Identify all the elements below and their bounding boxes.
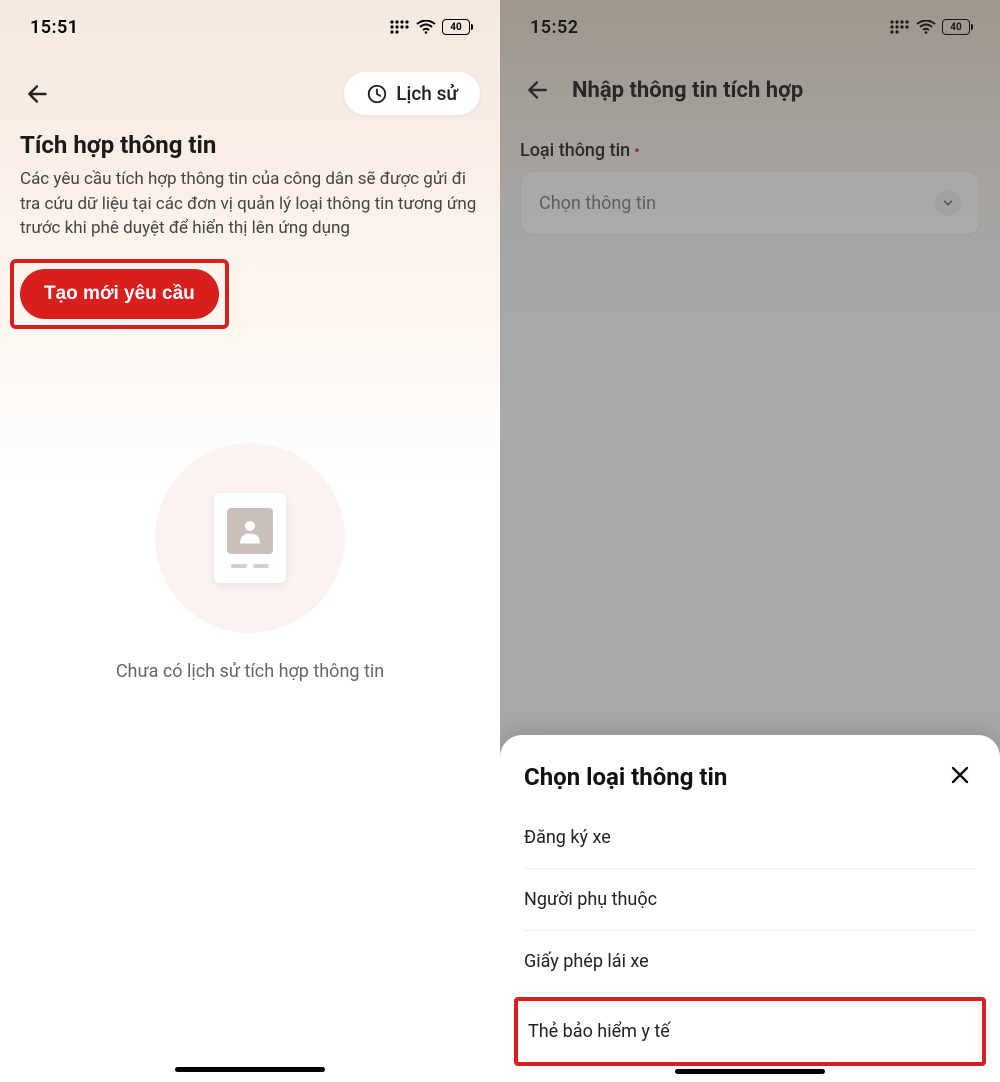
history-button[interactable]: Lịch sử <box>344 72 480 115</box>
option-dependents[interactable]: Người phụ thuộc <box>524 869 976 931</box>
highlight-health-insurance: Thẻ bảo hiểm y tế <box>514 997 986 1066</box>
signal-icon <box>390 20 410 34</box>
empty-state: Chưa có lịch sử tích hợp thông tin <box>0 443 500 682</box>
person-icon <box>227 508 273 554</box>
arrow-left-icon <box>25 81 51 107</box>
empty-illustration <box>155 443 345 633</box>
page-description: Các yêu cầu tích hợp thông tin của công … <box>0 167 500 255</box>
wifi-icon <box>416 20 436 34</box>
history-icon <box>366 83 388 105</box>
option-drivers-license[interactable]: Giấy phép lái xe <box>524 931 976 993</box>
highlight-create-button: Tạo mới yêu cầu <box>10 259 229 329</box>
empty-card-icon <box>214 493 286 583</box>
page-title: Tích hợp thông tin <box>0 125 500 167</box>
option-health-insurance[interactable]: Thẻ bảo hiểm y tế <box>528 1001 972 1062</box>
battery-icon: 40 <box>442 19 470 35</box>
nav-row: Lịch sử <box>0 54 500 125</box>
close-icon <box>948 763 972 787</box>
option-vehicle-registration[interactable]: Đăng ký xe <box>524 807 976 869</box>
status-icons: 40 <box>390 19 470 35</box>
home-indicator[interactable] <box>675 1069 825 1074</box>
home-indicator[interactable] <box>175 1067 325 1072</box>
bottom-sheet: Chọn loại thông tin Đăng ký xe Người phụ… <box>500 735 1000 1082</box>
status-time: 15:51 <box>30 17 79 38</box>
battery-level: 40 <box>450 22 461 33</box>
screen-1: 15:51 40 Lịch sử Tích hợp thông tin Các … <box>0 0 500 1082</box>
back-button[interactable] <box>20 76 56 112</box>
status-bar: 15:51 40 <box>0 0 500 54</box>
history-label: Lịch sử <box>396 82 458 105</box>
empty-message: Chưa có lịch sử tích hợp thông tin <box>116 661 384 682</box>
sheet-title: Chọn loại thông tin <box>524 763 727 791</box>
create-request-button[interactable]: Tạo mới yêu cầu <box>20 269 219 319</box>
screen-2: 15:52 40 Nhập thông tin tích hợp Loại th… <box>500 0 1000 1082</box>
close-button[interactable] <box>944 759 976 795</box>
